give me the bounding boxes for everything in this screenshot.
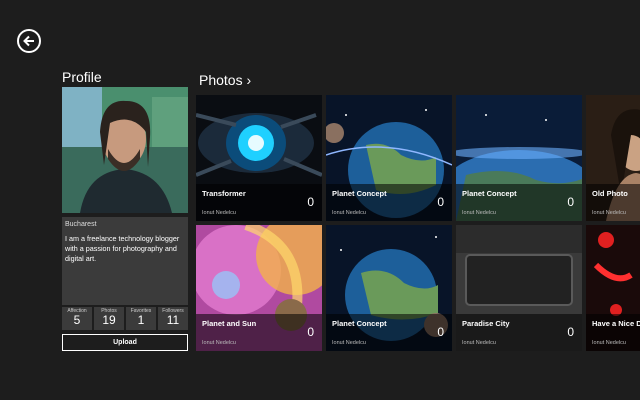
photo-name: Have a Nice Day: [592, 319, 640, 328]
photo-author: Ionut Nedelcu: [332, 340, 366, 346]
profile-bio-panel: Bucharest I am a freelance technology bl…: [62, 217, 188, 305]
photo-name: Old Photo: [592, 189, 628, 198]
photos-header-link[interactable]: Photos ›: [199, 72, 251, 88]
upload-button[interactable]: Upload: [62, 334, 188, 351]
photo-author: Ionut Nedelcu: [332, 210, 366, 216]
photo-author: Ionut Nedelcu: [592, 340, 626, 346]
stat-affection[interactable]: Affection 5: [62, 307, 92, 330]
photo-author: Ionut Nedelcu: [202, 210, 236, 216]
photo-author: Ionut Nedelcu: [462, 340, 496, 346]
profile-stats: Affection 5 Photos 19 Favorites 1 Follow…: [62, 307, 188, 330]
stat-value: 11: [166, 313, 180, 327]
stat-value: 1: [137, 313, 145, 327]
photo-name: Planet Concept: [332, 189, 387, 198]
photo-author: Ionut Nedelcu: [462, 210, 496, 216]
photo-tile-planet-concept[interactable]: Planet Concept Ionut Nedelcu 0: [326, 95, 452, 221]
profile-city: Bucharest: [65, 221, 97, 228]
photo-tile-old-photo[interactable]: Old Photo Ionut Nedelcu: [586, 95, 640, 221]
stat-photos[interactable]: Photos 19: [94, 307, 124, 330]
photo-like-count: 0: [437, 195, 444, 209]
photo-tile-planet-concept[interactable]: Planet Concept Ionut Nedelcu 0: [456, 95, 582, 221]
photo-like-count: 0: [437, 325, 444, 339]
photo-name: Paradise City: [462, 319, 510, 328]
photo-name: Planet and Sun: [202, 319, 257, 328]
stat-value: 5: [73, 313, 81, 327]
back-arrow-icon: [23, 35, 34, 47]
photo-like-count: 0: [307, 325, 314, 339]
photo-like-count: 0: [567, 325, 574, 339]
photo-author: Ionut Nedelcu: [592, 210, 626, 216]
photo-author: Ionut Nedelcu: [202, 340, 236, 346]
profile-title: Profile: [62, 69, 102, 85]
photo-tile-planet-concept[interactable]: Planet Concept Ionut Nedelcu 0: [326, 225, 452, 351]
profile-bio: I am a freelance technology blogger with…: [65, 234, 180, 263]
photo-tile-planet-and-sun[interactable]: Planet and Sun Ionut Nedelcu 0: [196, 225, 322, 351]
stat-followers[interactable]: Followers 11: [158, 307, 188, 330]
back-button[interactable]: [17, 29, 41, 53]
photo-like-count: 0: [307, 195, 314, 209]
photo-name: Transformer: [202, 189, 246, 198]
photo-tile-have-a-nice-day[interactable]: Have a Nice Day Ionut Nedelcu: [586, 225, 640, 351]
stat-value: 19: [102, 313, 116, 327]
photo-tile-transformer[interactable]: Transformer Ionut Nedelcu 0: [196, 95, 322, 221]
stat-favorites[interactable]: Favorites 1: [126, 307, 156, 330]
photo-like-count: 0: [567, 195, 574, 209]
photo-name: Planet Concept: [462, 189, 517, 198]
photo-name: Planet Concept: [332, 319, 387, 328]
photo-tile-paradise-city[interactable]: Paradise City Ionut Nedelcu 0: [456, 225, 582, 351]
avatar[interactable]: [62, 87, 188, 213]
